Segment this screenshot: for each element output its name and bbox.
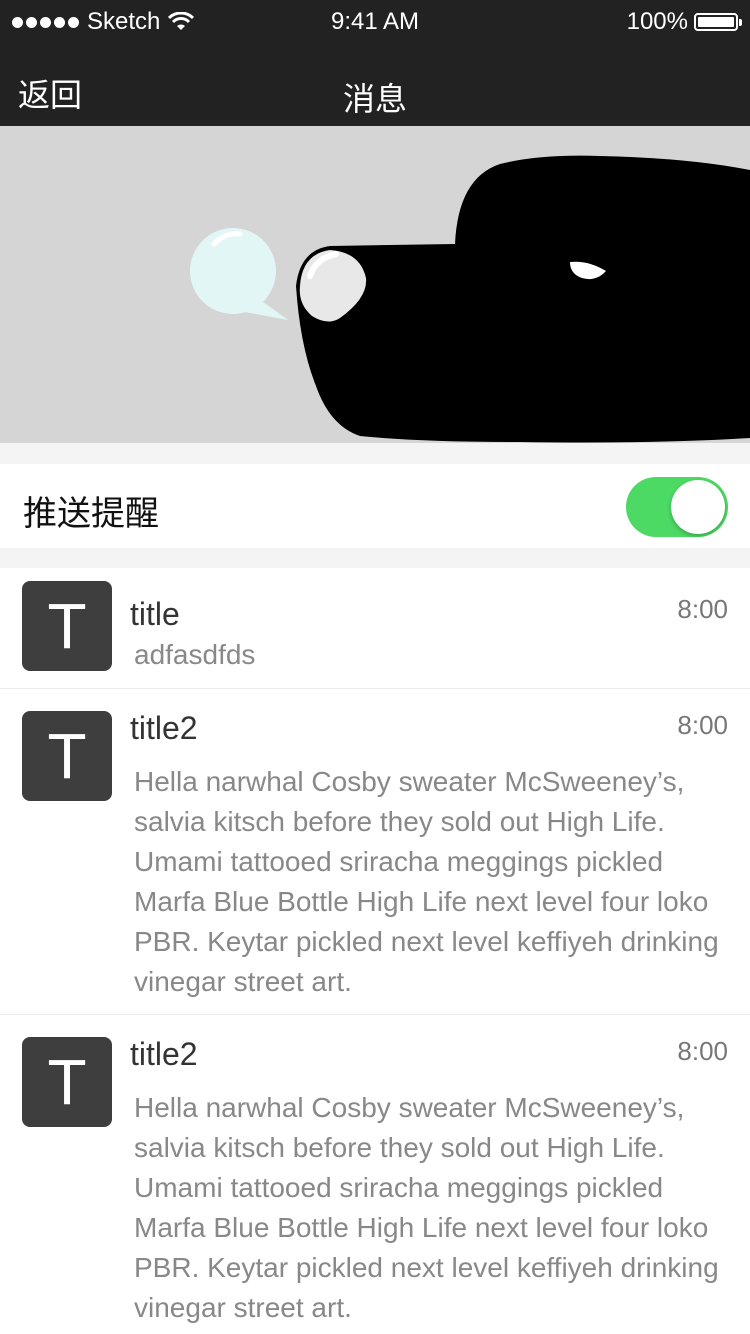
nav-bar: 返回 消息	[0, 44, 750, 126]
toggle-knob[interactable]	[671, 480, 725, 534]
avatar: T	[22, 581, 112, 671]
avatar: T	[22, 711, 112, 801]
battery-group: 100%	[626, 8, 742, 36]
status-bar: Sketch 9:41 AM 100%	[0, 0, 750, 44]
speech-bubble-icon	[190, 228, 288, 320]
battery-icon	[694, 13, 742, 31]
message-title: title2	[130, 1036, 198, 1072]
message-body: Hella narwhal Cosby sweater McSweeney’s,…	[134, 1092, 719, 1323]
message-time: 8:00	[677, 710, 728, 740]
dog-illustration	[190, 155, 750, 443]
banner-image	[0, 126, 750, 443]
message-title: title	[130, 596, 180, 632]
message-time: 8:00	[677, 1036, 728, 1066]
list-item[interactable]: T title 8:00 adfasdfds	[0, 568, 750, 689]
push-toggle-switch[interactable]	[626, 477, 728, 537]
avatar: T	[22, 1037, 112, 1127]
message-list: T title 8:00 adfasdfds T title2 8:00 Hel…	[0, 568, 750, 1334]
list-item[interactable]: T title2 8:00 Hella narwhal Cosby sweate…	[0, 1015, 750, 1334]
list-item[interactable]: T title2 8:00 Hella narwhal Cosby sweate…	[0, 689, 750, 1015]
page-title: 消息	[342, 80, 407, 118]
push-setting-label: 推送提醒	[23, 494, 159, 534]
message-time: 8:00	[677, 594, 728, 624]
battery-percent: 100%	[626, 8, 688, 35]
message-body: adfasdfds	[134, 639, 256, 670]
message-title: title2	[130, 710, 198, 746]
message-body: Hella narwhal Cosby sweater McSweeney’s,…	[134, 766, 719, 997]
